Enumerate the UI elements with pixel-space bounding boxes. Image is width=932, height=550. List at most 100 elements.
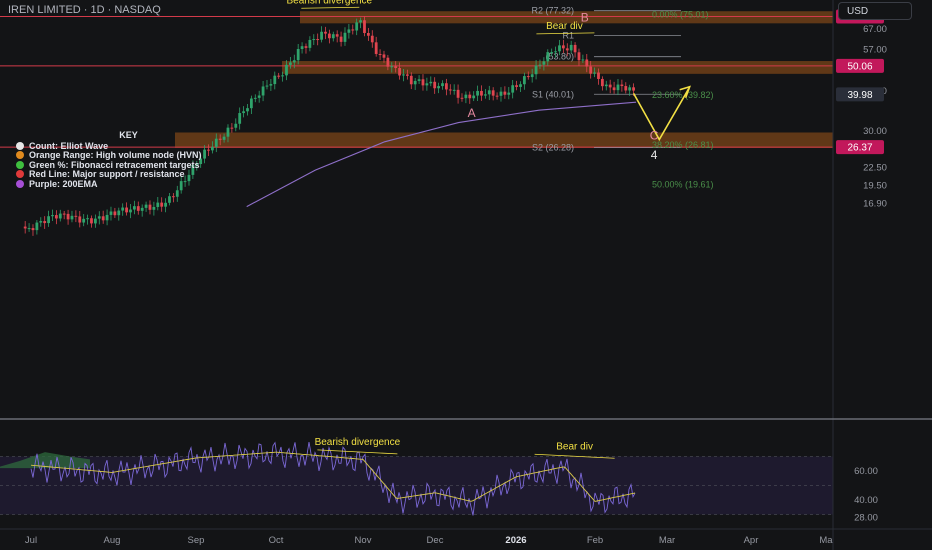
candle: [35, 222, 39, 231]
price-tag-label: 50.06: [847, 61, 872, 72]
candle: [234, 123, 238, 128]
candle: [577, 52, 581, 61]
candle: [585, 59, 589, 67]
candle: [526, 76, 530, 78]
candle: [542, 61, 546, 65]
rsi-divergence-label: Bear div: [556, 441, 593, 452]
candle: [480, 90, 483, 96]
candle: [327, 33, 331, 39]
candle: [464, 94, 468, 99]
candle: [242, 111, 245, 114]
candle: [54, 215, 58, 219]
candle: [546, 52, 550, 62]
candle: [164, 202, 167, 207]
candle: [156, 202, 160, 207]
wave-label: A: [468, 106, 476, 120]
wave-label: C: [650, 129, 659, 143]
time-tick: Ma: [819, 535, 833, 546]
candle: [351, 29, 355, 31]
candle: [58, 213, 62, 219]
candle: [51, 215, 54, 217]
time-tick: Mar: [659, 535, 675, 546]
rsi-tick: 28.00: [854, 512, 878, 523]
fib-label: 50.00% (19.61): [652, 180, 714, 190]
rsi-tick: 60.00: [854, 466, 878, 477]
candle: [538, 64, 542, 66]
candle: [121, 207, 125, 211]
candle: [265, 85, 269, 87]
candle: [608, 84, 612, 88]
candle: [129, 209, 132, 213]
candle: [499, 91, 503, 96]
candle: [140, 207, 144, 211]
divergence-label: Bear div: [546, 21, 583, 32]
candle: [74, 215, 78, 217]
candle: [261, 86, 265, 96]
candle: [612, 87, 616, 91]
price-tick: 57.00: [863, 44, 887, 55]
candle: [491, 90, 495, 96]
candle: [558, 45, 561, 52]
symbol-title[interactable]: IREN LIMITED · 1D · NASDAQ: [8, 4, 161, 16]
candle: [616, 84, 620, 91]
wave-label: 4: [651, 148, 658, 162]
candle: [561, 45, 565, 49]
candle: [468, 94, 472, 99]
candle: [398, 68, 401, 76]
candle: [339, 36, 343, 42]
candle: [160, 202, 164, 207]
candle: [374, 42, 378, 54]
candle: [534, 65, 538, 75]
candle: [93, 218, 97, 224]
candle: [515, 85, 518, 87]
candle: [78, 216, 82, 223]
candle: [476, 90, 479, 96]
candle: [335, 34, 339, 37]
time-tick: Jul: [25, 535, 37, 546]
candle: [39, 221, 43, 223]
pivot-label: R2 (77.32): [531, 6, 574, 16]
candle: [624, 86, 628, 91]
candle: [148, 204, 152, 210]
purple-dot-icon: [16, 179, 24, 188]
fib-label: 38.20% (26.81): [652, 140, 714, 150]
candle: [43, 221, 47, 224]
rsi-divergence-label: Bearish divergence: [315, 437, 401, 448]
candle: [402, 74, 405, 76]
time-tick: Nov: [355, 535, 372, 546]
candle: [604, 84, 608, 87]
legend-item: Green %: Fibonacci retracement targets: [16, 160, 241, 170]
candle: [70, 215, 74, 220]
currency-selector[interactable]: USD: [838, 2, 912, 20]
candle: [296, 49, 300, 61]
rsi-tick: 40.00: [854, 495, 878, 506]
candle: [417, 79, 421, 81]
candle: [503, 91, 507, 95]
candle: [316, 39, 320, 41]
candle: [363, 20, 366, 33]
price-chart[interactable]: R5 (118.51)R4 (104.78)R3 (91.05)R2 (77.3…: [0, 0, 932, 550]
candle: [269, 84, 273, 86]
candle: [288, 62, 292, 65]
pivot-label: R1: [562, 30, 574, 40]
candle: [230, 127, 234, 129]
hvn-zone: [175, 132, 833, 148]
candle: [600, 78, 604, 87]
candle: [409, 75, 413, 85]
candle: [507, 92, 511, 95]
hvn-zone: [282, 61, 833, 74]
candle: [581, 59, 585, 61]
pivot-label: S2 (26.28): [532, 143, 574, 153]
candle: [285, 64, 288, 76]
candle: [519, 84, 522, 87]
candle: [105, 214, 109, 221]
candle: [632, 87, 635, 91]
divergence-label: Bearish divergence: [287, 0, 373, 6]
candle: [257, 95, 261, 98]
candle: [175, 190, 179, 197]
candle: [456, 89, 460, 98]
candle: [511, 85, 515, 93]
candle: [308, 39, 312, 48]
candle: [597, 72, 600, 79]
candle: [448, 89, 452, 91]
